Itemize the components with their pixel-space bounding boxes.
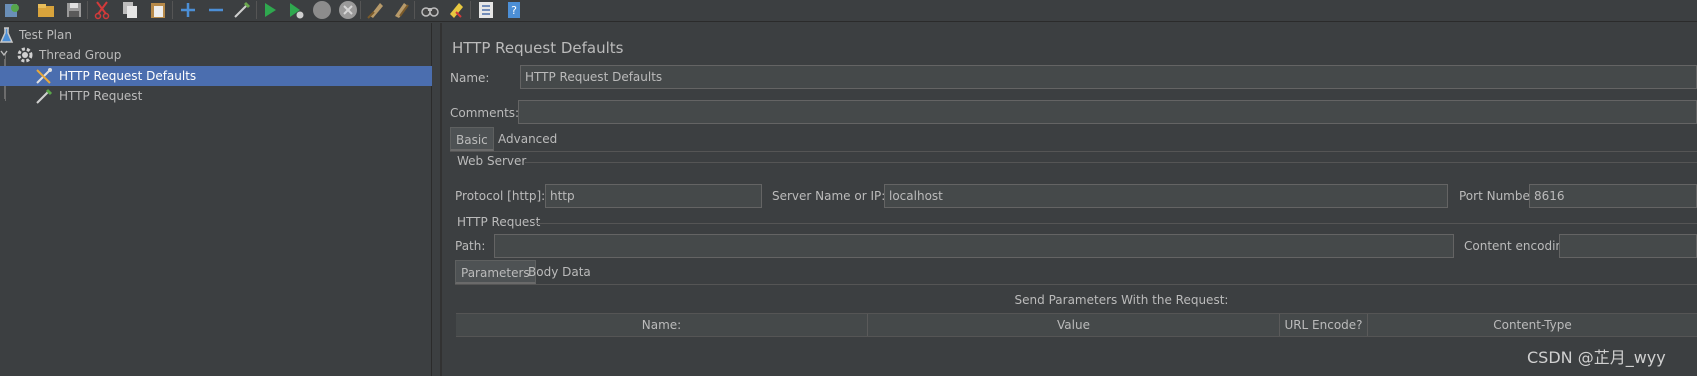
paste-icon[interactable]: [148, 0, 168, 20]
column-header-name[interactable]: Name:: [456, 314, 868, 336]
tree-item-thread-group[interactable]: Thread Group: [0, 45, 432, 65]
group-divider: [534, 223, 1697, 224]
tree-item-label: Test Plan: [19, 28, 72, 42]
page-title: HTTP Request Defaults: [452, 39, 624, 57]
copy-icon[interactable]: [120, 0, 140, 20]
server-field[interactable]: localhost: [884, 184, 1448, 208]
open-icon[interactable]: [36, 0, 56, 20]
tab-advanced[interactable]: Advanced: [493, 127, 562, 151]
config-panel: HTTP Request Defaults Name: HTTP Request…: [442, 23, 1697, 376]
column-header-content-type[interactable]: Content-Type: [1368, 314, 1697, 336]
http-request-group-label: HTTP Request: [457, 215, 541, 229]
column-header-url-encode[interactable]: URL Encode?: [1280, 314, 1368, 336]
web-server-group-label: Web Server: [457, 154, 527, 168]
port-label: Port Number:: [1459, 189, 1539, 203]
tree-item-http-request-defaults[interactable]: HTTP Request Defaults: [0, 66, 432, 86]
expand-icon[interactable]: [178, 0, 198, 20]
stop-icon[interactable]: [312, 0, 332, 20]
tab-basic[interactable]: Basic: [450, 127, 494, 151]
protocol-field[interactable]: http: [545, 184, 762, 208]
path-field[interactable]: [494, 234, 1454, 258]
toggle-icon[interactable]: [232, 0, 252, 20]
start-icon[interactable]: [260, 0, 280, 20]
reset-search-icon[interactable]: [446, 0, 466, 20]
cut-icon[interactable]: [92, 0, 112, 20]
column-header-value[interactable]: Value: [868, 314, 1280, 336]
tab-underline: [455, 284, 1697, 285]
content-encoding-field[interactable]: [1559, 234, 1697, 258]
help-icon[interactable]: ?: [504, 0, 524, 20]
protocol-label: Protocol [http]:: [455, 189, 546, 203]
name-label: Name:: [450, 71, 490, 85]
shutdown-icon[interactable]: [338, 0, 358, 20]
path-label: Path:: [455, 239, 486, 253]
clear-icon[interactable]: [366, 0, 386, 20]
parameters-table-header: Name: Value URL Encode? Content-Type: [456, 313, 1697, 337]
start-no-pauses-icon[interactable]: [286, 0, 306, 20]
toolbar: ?: [0, 0, 1697, 22]
tree-item-label: HTTP Request Defaults: [59, 69, 197, 83]
flask-icon: [0, 25, 20, 45]
search-icon[interactable]: [420, 0, 440, 20]
tab-body-data[interactable]: Body Data: [523, 260, 596, 284]
svg-text:?: ?: [511, 4, 517, 17]
comments-label: Comments:: [450, 106, 520, 120]
server-label: Server Name or IP:: [772, 189, 886, 203]
wrench-icon: [34, 66, 54, 86]
tree-item-http-request[interactable]: HTTP Request: [0, 86, 432, 106]
comments-field[interactable]: [518, 100, 1697, 124]
tree-item-label: HTTP Request: [59, 89, 143, 103]
function-helper-icon[interactable]: [476, 0, 496, 20]
clear-all-icon[interactable]: [392, 0, 412, 20]
port-field[interactable]: 8616: [1529, 184, 1697, 208]
save-icon[interactable]: [64, 0, 84, 20]
name-field[interactable]: HTTP Request Defaults: [520, 65, 1697, 89]
params-caption: Send Parameters With the Request:: [1014, 293, 1229, 307]
collapse-icon[interactable]: [206, 0, 226, 20]
gear-icon: [15, 45, 35, 65]
tab-underline: [450, 151, 1697, 152]
tree-item-test-plan[interactable]: Test Plan: [0, 25, 432, 45]
templates-icon[interactable]: [2, 0, 22, 20]
pipette-icon: [34, 86, 54, 106]
tree-item-label: Thread Group: [39, 48, 122, 62]
test-plan-tree: Test Plan Thread Group HTTP Request Defa…: [0, 23, 432, 376]
group-divider: [525, 162, 1697, 163]
watermark: CSDN @芷月_wyy: [1527, 348, 1666, 367]
